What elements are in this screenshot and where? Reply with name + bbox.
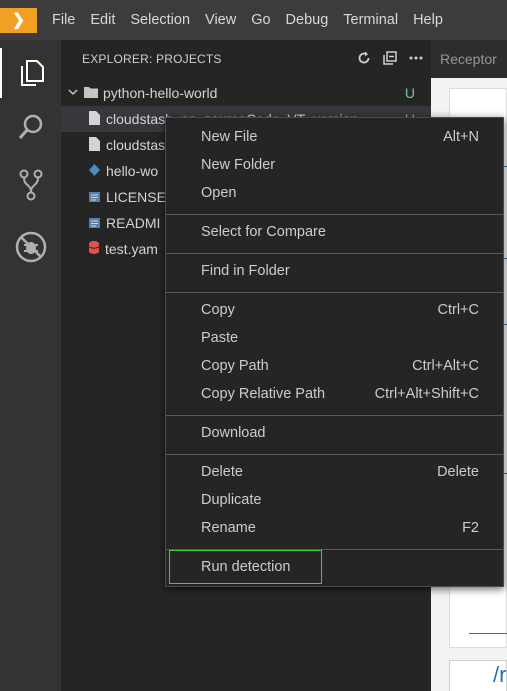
tab-label: Receptor [440, 51, 497, 67]
tree-item-label: cloudstas [106, 137, 166, 153]
more-icon[interactable] [409, 51, 423, 68]
files-icon[interactable] [0, 48, 61, 98]
menu-item-label: Duplicate [201, 492, 262, 508]
menu-view[interactable]: View [205, 12, 236, 28]
menu-item-label: Copy Relative Path [201, 386, 326, 402]
menu-item-shortcut: Ctrl+Alt+Shift+C [374, 386, 479, 402]
menu-item-label: Copy Path [201, 358, 269, 374]
menu-bar: ❯ File Edit Selection View Go Debug Term… [0, 0, 507, 40]
editor-tab[interactable]: Receptor [431, 40, 507, 78]
file-icon [89, 136, 100, 154]
menu-item-paste[interactable]: Paste [166, 324, 503, 352]
menu-go[interactable]: Go [251, 12, 270, 28]
chevron-right-icon: ❯ [11, 12, 26, 29]
menu-item-shortcut: F2 [462, 520, 479, 536]
menu-item-label: New File [201, 129, 258, 145]
menu-debug[interactable]: Debug [286, 12, 329, 28]
menu-separator [166, 292, 503, 293]
menu-terminal[interactable]: Terminal [343, 12, 398, 28]
tree-item-label: python-hello-world [103, 85, 218, 101]
search-icon[interactable] [0, 102, 61, 152]
menu-item-label: Download [201, 425, 266, 441]
menu-selection[interactable]: Selection [130, 12, 190, 28]
menu-item-new-folder[interactable]: New Folder [166, 151, 503, 179]
tree-item-label: LICENSE [106, 189, 166, 205]
run-detection-highlight [169, 550, 322, 584]
menu-item-label: Open [201, 185, 237, 201]
menu-item-copy-relative-path[interactable]: Copy Relative Path Ctrl+Alt+Shift+C [166, 380, 503, 408]
chevron-down-icon [67, 85, 79, 101]
menu-item-label: Paste [201, 330, 239, 346]
menu-edit[interactable]: Edit [90, 12, 115, 28]
document-icon [89, 215, 100, 231]
yaml-file-icon [88, 241, 100, 257]
menu-item-shortcut: Alt+N [443, 129, 479, 145]
menu-item-select-for-compare[interactable]: Select for Compare [166, 218, 503, 246]
menu-item-duplicate[interactable]: Duplicate [166, 486, 503, 514]
menu-item-label: New Folder [201, 157, 276, 173]
activity-bar [0, 40, 61, 691]
explorer-header: EXPLORER: PROJECTS [61, 40, 431, 78]
file-icon [89, 110, 100, 128]
menu-item-copy[interactable]: Copy Ctrl+C [166, 296, 503, 324]
explorer-title: EXPLORER: PROJECTS [82, 52, 222, 66]
document-icon [89, 189, 100, 205]
menu-item-download[interactable]: Download [166, 419, 503, 447]
tree-folder-row[interactable]: python-hello-world U [61, 80, 431, 106]
folder-icon [84, 85, 98, 101]
menu-item-shortcut: Delete [437, 464, 479, 480]
menu-item-delete[interactable]: Delete Delete [166, 458, 503, 486]
tree-item-label: hello-wo [106, 163, 159, 179]
menu-separator [166, 415, 503, 416]
source-control-icon[interactable] [0, 160, 61, 210]
refresh-icon[interactable] [357, 51, 371, 68]
menu-item-copy-path[interactable]: Copy Path Ctrl+Alt+C [166, 352, 503, 380]
menu-file[interactable]: File [52, 12, 75, 28]
divider [469, 633, 507, 634]
tree-item-label: READMI [106, 215, 161, 231]
menu-item-label: Rename [201, 520, 256, 536]
menu-item-label: Find in Folder [201, 263, 290, 279]
menu-separator [166, 454, 503, 455]
debug-icon[interactable] [0, 222, 61, 272]
menu-item-open[interactable]: Open [166, 179, 503, 207]
editor-fragment-text: /r [493, 662, 507, 687]
git-status-badge: U [404, 85, 415, 101]
tree-item-label: test.yam [105, 241, 158, 257]
menu-item-shortcut: Ctrl+C [437, 302, 480, 318]
context-menu: New File Alt+N New Folder Open Select fo… [165, 117, 504, 587]
menu-item-label: Delete [201, 464, 243, 480]
app-logo[interactable]: ❯ [0, 7, 37, 33]
menu-item-new-file[interactable]: New File Alt+N [166, 123, 503, 151]
collapse-all-icon[interactable] [383, 50, 397, 68]
menu-item-find-in-folder[interactable]: Find in Folder [166, 257, 503, 285]
menu-item-label: Copy [201, 302, 235, 318]
menu-item-shortcut: Ctrl+Alt+C [412, 358, 479, 374]
menu-separator [166, 214, 503, 215]
python-file-icon [89, 163, 100, 179]
menu-help[interactable]: Help [413, 12, 443, 28]
menu-separator [166, 253, 503, 254]
menu-item-label: Select for Compare [201, 224, 326, 240]
menu-item-rename[interactable]: Rename F2 [166, 514, 503, 542]
